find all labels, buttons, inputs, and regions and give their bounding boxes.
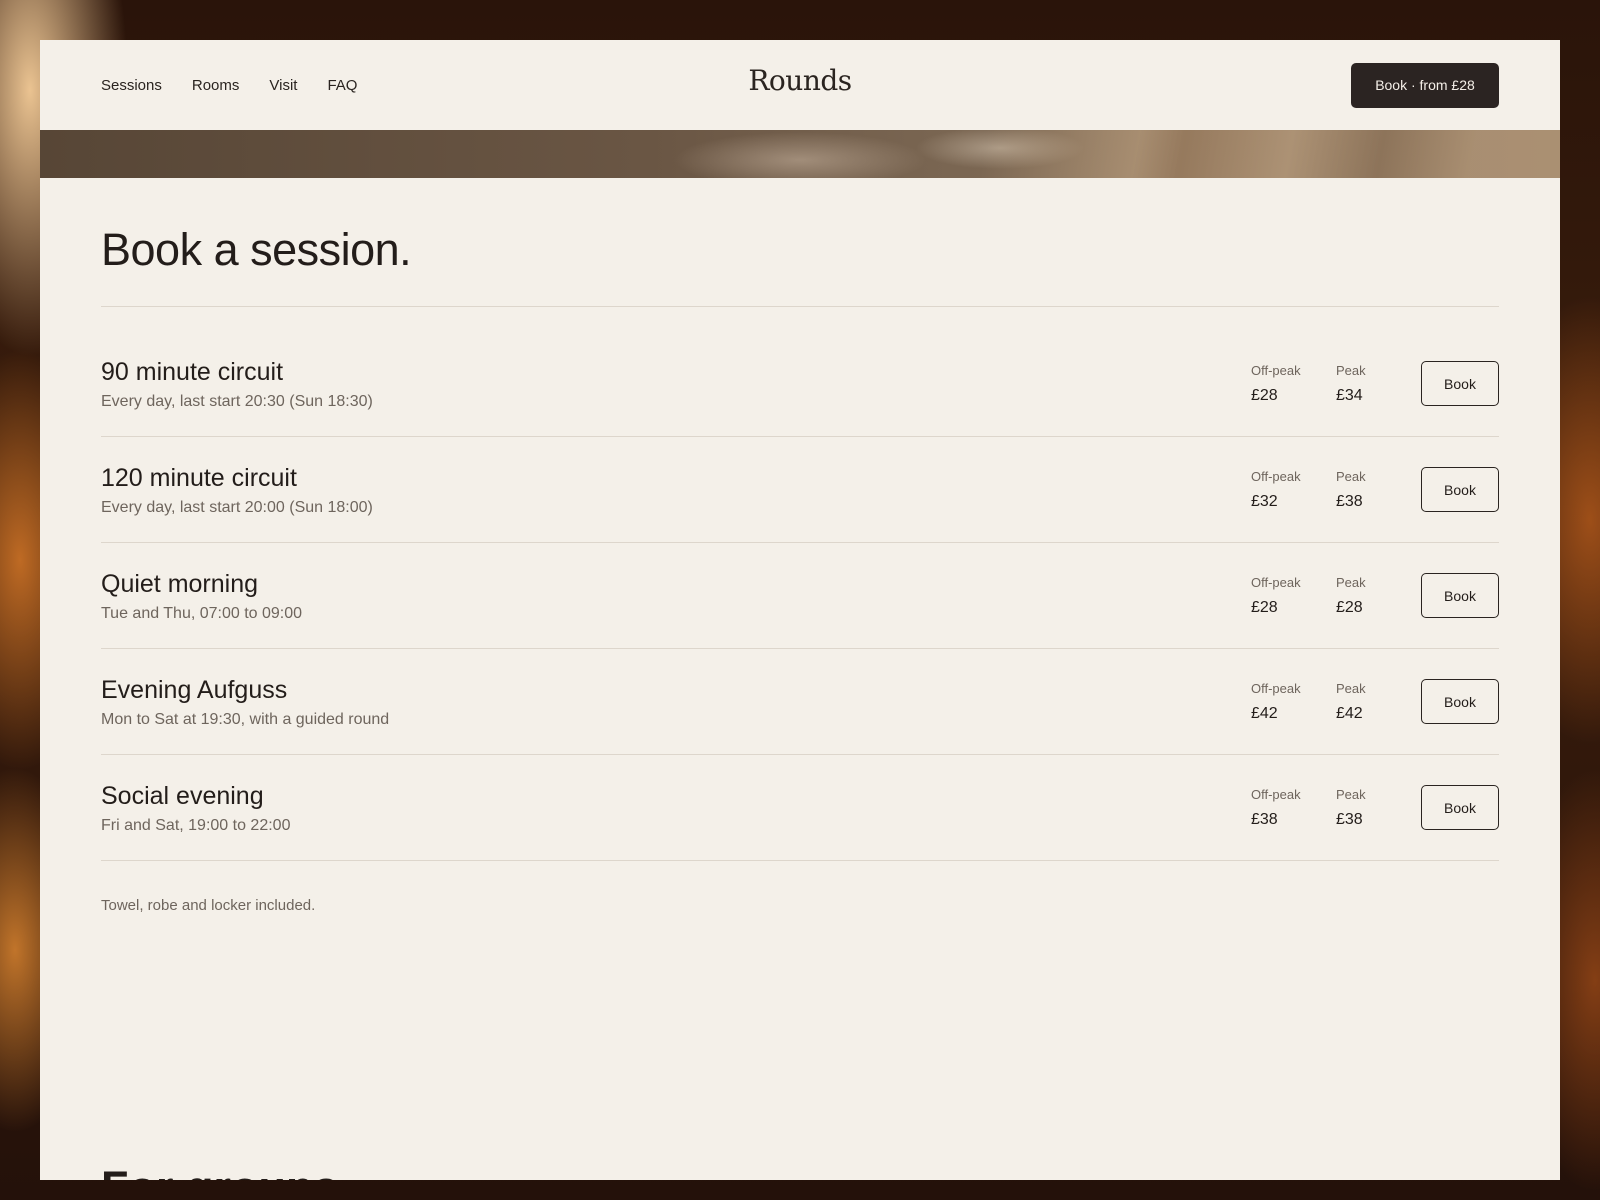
session-name: 90 minute circuit — [101, 357, 284, 386]
peak-value: £38 — [1336, 810, 1363, 828]
book-button[interactable]: Book — [1421, 467, 1499, 512]
session-row: 120 minute circuit Every day, last start… — [101, 437, 1499, 543]
peak-price: Peak £42 — [1336, 681, 1421, 723]
session-info: Quiet morning Tue and Thu, 07:00 to 09:0… — [101, 569, 1251, 623]
offpeak-value: £38 — [1251, 810, 1278, 828]
session-schedule: Every day, last start 20:30 (Sun 18:30) — [101, 392, 373, 410]
session-list: 90 minute circuit Every day, last start … — [101, 331, 1499, 861]
session-name: Quiet morning — [101, 569, 259, 598]
offpeak-label: Off-peak — [1251, 786, 1301, 802]
peak-label: Peak — [1336, 468, 1366, 484]
next-section-heading: For groups — [101, 1162, 338, 1180]
book-button[interactable]: Book — [1421, 785, 1499, 830]
session-schedule: Tue and Thu, 07:00 to 09:00 — [101, 604, 303, 622]
offpeak-value: £32 — [1251, 492, 1278, 510]
nav-visit[interactable]: Visit — [269, 77, 297, 94]
offpeak-price: Off-peak £32 — [1251, 469, 1336, 511]
session-schedule: Fri and Sat, 19:00 to 22:00 — [101, 816, 291, 834]
peak-label: Peak — [1336, 680, 1366, 696]
peak-label: Peak — [1336, 574, 1366, 590]
nav-faq[interactable]: FAQ — [327, 77, 357, 94]
session-name: Social evening — [101, 781, 264, 810]
session-name: 120 minute circuit — [101, 463, 297, 492]
main-content: Book a session. 90 minute circuit Every … — [40, 224, 1560, 914]
hero-image-strip — [40, 130, 1560, 178]
peak-price: Peak £28 — [1336, 575, 1421, 617]
nav-rooms[interactable]: Rooms — [192, 77, 240, 94]
nav-sessions[interactable]: Sessions — [101, 77, 162, 94]
session-name: Evening Aufguss — [101, 675, 288, 704]
session-info: 90 minute circuit Every day, last start … — [101, 357, 1251, 411]
peak-price: Peak £38 — [1336, 787, 1421, 829]
offpeak-value: £28 — [1251, 598, 1278, 616]
peak-label: Peak — [1336, 786, 1366, 802]
session-schedule: Every day, last start 20:00 (Sun 18:00) — [101, 498, 373, 516]
offpeak-price: Off-peak £38 — [1251, 787, 1336, 829]
peak-price: Peak £34 — [1336, 363, 1421, 405]
session-info: Evening Aufguss Mon to Sat at 19:30, wit… — [101, 675, 1251, 729]
session-row: Evening Aufguss Mon to Sat at 19:30, wit… — [101, 649, 1499, 755]
divider — [101, 306, 1499, 307]
book-button[interactable]: Book — [1421, 361, 1499, 406]
session-info: Social evening Fri and Sat, 19:00 to 22:… — [101, 781, 1251, 835]
page-title: Book a session. — [101, 224, 412, 275]
book-button[interactable]: Book — [1421, 573, 1499, 618]
peak-label: Peak — [1336, 362, 1366, 378]
offpeak-price: Off-peak £28 — [1251, 363, 1336, 405]
book-cta-button[interactable]: Book · from £28 — [1351, 62, 1499, 108]
session-row: Quiet morning Tue and Thu, 07:00 to 09:0… — [101, 543, 1499, 649]
inclusions-note: Towel, robe and locker included. — [101, 897, 316, 914]
session-row: 90 minute circuit Every day, last start … — [101, 331, 1499, 437]
session-info: 120 minute circuit Every day, last start… — [101, 463, 1251, 517]
offpeak-price: Off-peak £42 — [1251, 681, 1336, 723]
peak-value: £42 — [1336, 704, 1363, 722]
main-nav: Sessions Rooms Visit FAQ — [101, 77, 357, 94]
offpeak-value: £42 — [1251, 704, 1278, 722]
offpeak-price: Off-peak £28 — [1251, 575, 1336, 617]
session-row: Social evening Fri and Sat, 19:00 to 22:… — [101, 755, 1499, 861]
offpeak-label: Off-peak — [1251, 362, 1301, 378]
peak-value: £38 — [1336, 492, 1363, 510]
brand-logo[interactable]: Rounds — [748, 64, 852, 97]
book-button[interactable]: Book — [1421, 679, 1499, 724]
session-schedule: Mon to Sat at 19:30, with a guided round — [101, 710, 390, 728]
browser-page: Sessions Rooms Visit FAQ Rounds Book · f… — [40, 40, 1560, 1180]
peak-price: Peak £38 — [1336, 469, 1421, 511]
offpeak-label: Off-peak — [1251, 468, 1301, 484]
top-bar: Sessions Rooms Visit FAQ Rounds Book · f… — [40, 40, 1560, 130]
offpeak-value: £28 — [1251, 386, 1278, 404]
offpeak-label: Off-peak — [1251, 680, 1301, 696]
peak-value: £34 — [1336, 386, 1363, 404]
peak-value: £28 — [1336, 598, 1363, 616]
offpeak-label: Off-peak — [1251, 574, 1301, 590]
